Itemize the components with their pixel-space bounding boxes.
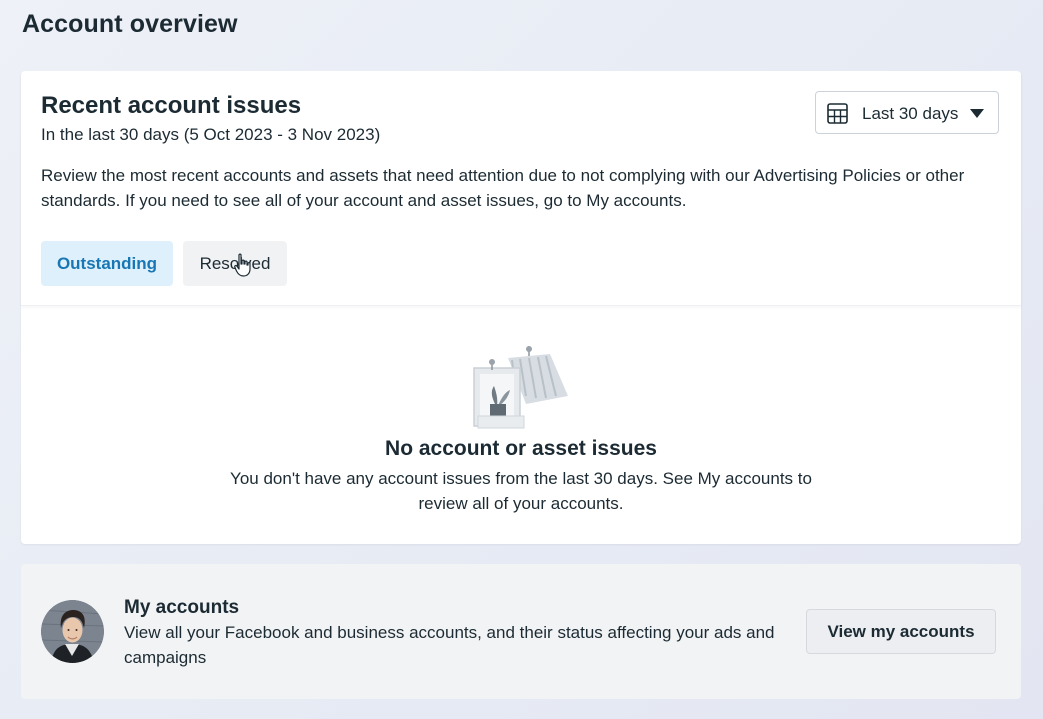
page-title: Account overview bbox=[22, 10, 238, 38]
my-accounts-card: My accounts View all your Facebook and b… bbox=[21, 564, 1021, 699]
calendar-table-icon bbox=[827, 103, 848, 124]
empty-state-description: You don't have any account issues from t… bbox=[230, 469, 812, 513]
tab-outstanding[interactable]: Outstanding bbox=[41, 241, 173, 286]
user-avatar bbox=[41, 600, 104, 663]
view-my-accounts-button[interactable]: View my accounts bbox=[806, 609, 996, 654]
empty-boxes-illustration bbox=[473, 346, 568, 429]
recent-account-issues-card: Recent account issues In the last 30 day… bbox=[21, 71, 1021, 544]
date-range-dropdown[interactable]: Last 30 days bbox=[815, 91, 999, 134]
my-accounts-description: View all your Facebook and business acco… bbox=[124, 623, 775, 667]
empty-state-title: No account or asset issues bbox=[385, 437, 657, 460]
card-description: Review the most recent accounts and asse… bbox=[41, 166, 965, 210]
caret-down-icon bbox=[970, 109, 984, 118]
date-range-label: Last 30 days bbox=[862, 104, 959, 123]
tab-resolved[interactable]: Resolved bbox=[183, 241, 287, 286]
card-header: Recent account issues In the last 30 day… bbox=[21, 71, 1021, 306]
my-accounts-title: My accounts bbox=[124, 597, 240, 618]
date-range-subtitle: In the last 30 days (5 Oct 2023 - 3 Nov … bbox=[41, 125, 381, 144]
card-title: Recent account issues bbox=[41, 92, 302, 119]
